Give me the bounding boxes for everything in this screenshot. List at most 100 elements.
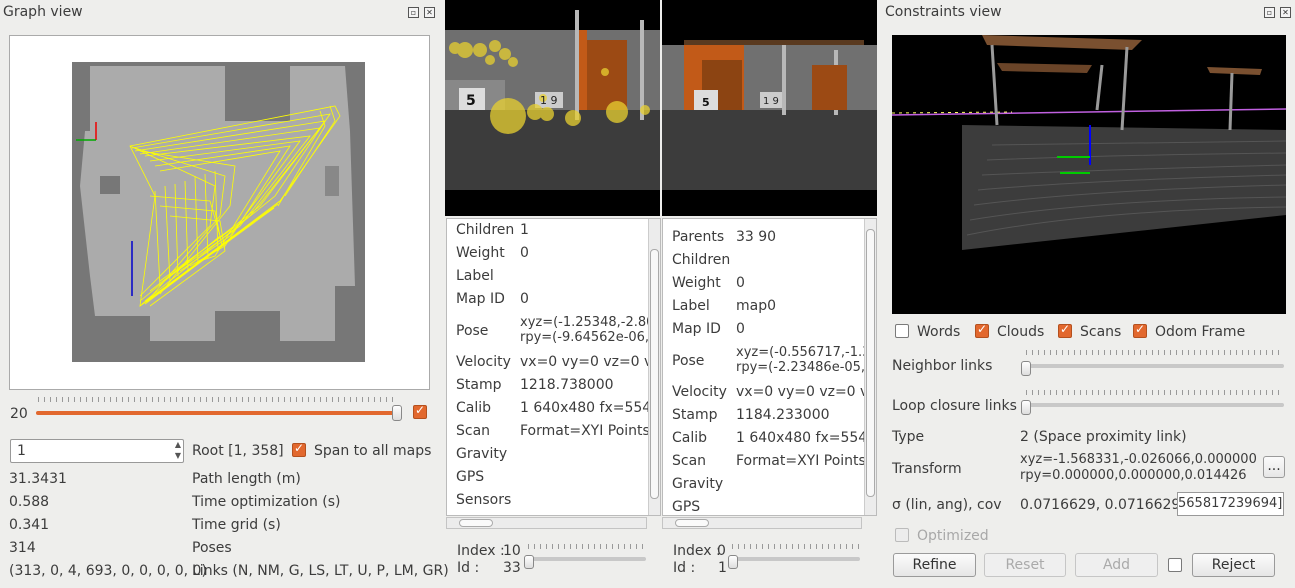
left-camera-image[interactable]: 5 1 9	[445, 0, 660, 216]
spin-up-icon[interactable]: ▲	[175, 440, 181, 449]
field-key: Calib	[456, 400, 492, 416]
field-value: 1218.738000	[520, 377, 614, 393]
stat-label: Poses	[192, 540, 232, 556]
optimized-label: Optimized	[917, 528, 989, 544]
stat-label: Time optimization (s)	[192, 494, 341, 510]
float-icon[interactable]: ▫	[1264, 7, 1275, 18]
right-index-slider-handle[interactable]	[728, 555, 738, 569]
span-maps-checkbox[interactable]	[292, 441, 306, 457]
field-key: Stamp	[672, 407, 718, 423]
clouds-checkbox[interactable]	[975, 322, 989, 338]
transform-more-button[interactable]: ...	[1263, 456, 1285, 478]
type-label: Type	[892, 429, 925, 445]
graph-view-title: Graph view	[3, 4, 83, 20]
id-value: 1	[718, 560, 727, 576]
index-value: 0	[717, 543, 726, 559]
field-key: Gravity	[672, 476, 724, 492]
left-index-slider-handle[interactable]	[524, 555, 534, 569]
field-key: Parents	[672, 229, 725, 245]
field-value: Format=XYI Points=	[520, 423, 661, 439]
left-index-slider[interactable]	[524, 557, 646, 561]
covariance-label: σ (lin, ang), cov	[892, 497, 1002, 513]
reject-button[interactable]: Reject	[1192, 553, 1275, 577]
field-key: GPS	[672, 499, 701, 515]
field-key: Gravity	[456, 446, 508, 462]
odom-frame-checkbox[interactable]	[1133, 322, 1147, 338]
field-key: Label	[672, 298, 710, 314]
left-node-info[interactable]: Children 1 Weight 0 Label Map ID 0 Pose …	[446, 218, 661, 516]
index-value: 10	[503, 543, 521, 559]
horizontal-scrollbar[interactable]	[662, 517, 862, 529]
field-key: Velocity	[456, 354, 511, 370]
constraints-view-title: Constraints view	[885, 4, 1002, 20]
graph-canvas[interactable]	[9, 35, 430, 390]
graph-slider-handle[interactable]	[392, 405, 402, 421]
field-key: Label	[456, 268, 494, 284]
loop-closure-links-label: Loop closure links	[892, 398, 1017, 414]
field-key: Pose	[672, 353, 705, 369]
right-camera-image[interactable]: 5 1 9	[662, 0, 877, 216]
vertical-scrollbar[interactable]	[648, 219, 660, 515]
covariance-field[interactable]: 565817239694]	[1177, 492, 1284, 516]
neighbor-links-slider-handle[interactable]	[1021, 361, 1031, 376]
constraints-3d-view[interactable]	[892, 35, 1286, 314]
stat-value: 314	[9, 540, 36, 556]
field-value: 1 640x480 fx=554.3	[736, 430, 877, 446]
refine-button[interactable]: Refine	[893, 553, 976, 577]
id-label: Id :	[457, 560, 480, 576]
float-icon[interactable]: ▫	[408, 7, 419, 18]
field-value: Format=XYI Points=	[736, 453, 877, 469]
right-index-slider[interactable]	[728, 557, 860, 561]
id-value: 33	[503, 560, 521, 576]
index-label: Index :	[673, 543, 721, 559]
svg-text:1 9: 1 9	[540, 94, 558, 107]
field-value: 1 640x480 fx=554.3	[520, 400, 661, 416]
optimized-checkbox[interactable]	[895, 528, 909, 542]
graph-map	[72, 62, 365, 362]
horizontal-scrollbar[interactable]	[446, 517, 647, 529]
loop-closure-slider[interactable]	[1022, 403, 1284, 407]
field-key: Map ID	[672, 321, 721, 337]
field-key: Pose	[456, 323, 489, 339]
field-key: Map ID	[456, 291, 505, 307]
words-label: Words	[917, 324, 961, 340]
field-value: 33 90	[736, 229, 777, 245]
graph-slider-track[interactable]	[36, 411, 398, 415]
field-value: 0	[736, 275, 745, 291]
vertical-scrollbar[interactable]	[864, 219, 876, 515]
stat-value: 0.341	[9, 517, 50, 533]
neighbor-links-slider[interactable]	[1022, 364, 1284, 368]
field-key: Scan	[672, 453, 707, 469]
spin-down-icon[interactable]: ▼	[175, 451, 181, 460]
stat-label: Links (N, NM, G, LS, LT, U, P, LM, GR)	[192, 563, 449, 579]
loop-closure-slider-handle[interactable]	[1021, 400, 1031, 415]
field-value: vx=0 vy=0 vz=0 vro	[736, 384, 877, 400]
clouds-label: Clouds	[997, 324, 1045, 340]
reset-button[interactable]: Reset	[984, 553, 1066, 577]
transform-xyz: xyz=-1.568331,-0.026066,0.000000	[1020, 452, 1257, 467]
field-value: xyz=(-1.25348,-2.80	[520, 315, 655, 330]
covariance-value: 0.0716629, 0.0716629	[1020, 497, 1181, 513]
field-value: 0	[520, 245, 529, 261]
field-value: 1184.233000	[736, 407, 830, 423]
root-spinbox[interactable]: 1 ▲ ▼	[10, 439, 184, 463]
root-spinbox-value: 1	[17, 443, 26, 459]
field-key: Sensors	[456, 492, 512, 508]
stat-value: 0.588	[9, 494, 50, 510]
scans-checkbox[interactable]	[1058, 322, 1072, 338]
svg-text:5: 5	[702, 96, 710, 109]
graph-slider-checkbox[interactable]	[413, 403, 427, 419]
transform-rpy: rpy=0.000000,0.000000,0.014426	[1020, 468, 1247, 483]
field-value: rpy=(-9.64562e-06,	[520, 330, 650, 345]
field-value: 1	[520, 222, 529, 238]
right-node-info[interactable]: Parents 33 90 Children Weight 0 Label ma…	[662, 218, 877, 516]
field-value: rpy=(-2.23486e-05,	[736, 360, 866, 375]
add-button[interactable]: Add	[1075, 553, 1158, 577]
close-icon[interactable]: ✕	[424, 7, 435, 18]
stat-label: Path length (m)	[192, 471, 301, 487]
field-key: Velocity	[672, 384, 727, 400]
close-icon[interactable]: ✕	[1280, 7, 1291, 18]
words-checkbox[interactable]	[895, 324, 909, 338]
field-key: Stamp	[456, 377, 502, 393]
reject-toggle-checkbox[interactable]	[1168, 558, 1182, 572]
